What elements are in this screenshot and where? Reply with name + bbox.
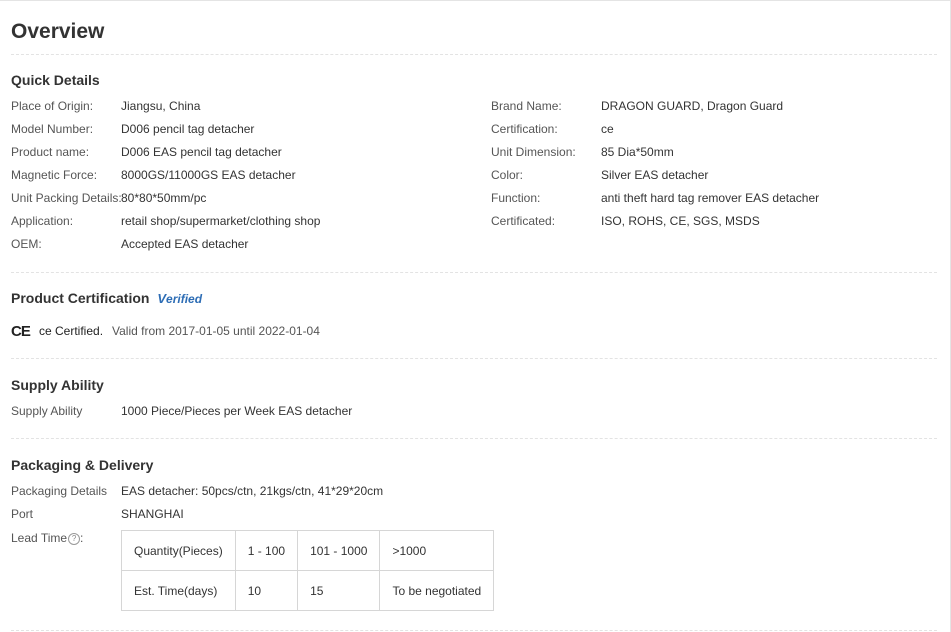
table-cell: To be negotiated [379,570,495,611]
table-cell: >1000 [379,530,495,571]
table-row: Est. Time(days) 10 15 To be negotiated [121,570,495,611]
lead-time-label: Lead Time?: [11,531,84,545]
divider [11,358,937,359]
detail-value: ISO, ROHS, CE, SGS, MSDS [601,214,760,228]
detail-label: Function: [491,191,541,205]
detail-value: 80*80*50mm/pc [121,191,207,205]
packaging-details-label: Packaging Details [11,484,108,498]
detail-value: D006 pencil tag detacher [121,122,255,136]
detail-label: Model Number: [11,122,94,136]
port-label: Port [11,507,34,521]
help-icon[interactable]: ? [68,532,81,545]
verified-check-letter: V [157,291,167,306]
detail-value: Silver EAS detacher [601,168,709,182]
packaging-delivery-heading: Packaging & Delivery [11,457,154,473]
table-row: Quantity(Pieces) 1 - 100 101 - 1000 >100… [121,530,495,571]
detail-value: anti theft hard tag remover EAS detacher [601,191,820,205]
product-certification-title: Product Certification [11,290,150,306]
table-cell: Est. Time(days) [121,570,236,611]
supply-ability-value: 1000 Piece/Pieces per Week EAS detacher [121,404,353,418]
detail-value: 85 Dia*50mm [601,145,674,159]
detail-label: Brand Name: [491,99,562,113]
table-cell: 15 [297,570,381,611]
page-title: Overview [11,20,105,43]
detail-label: Certificated: [491,214,556,228]
quick-details-heading: Quick Details [11,72,100,88]
top-border [0,0,951,1]
cert-validity: Valid from 2017-01-05 until 2022-01-04 [112,324,320,338]
divider [11,272,937,273]
verified-badge[interactable]: Verified [157,291,203,306]
detail-value: D006 EAS pencil tag detacher [121,145,282,159]
detail-label: Certification: [491,122,558,136]
detail-value: Accepted EAS detacher [121,237,249,251]
detail-label: Product name: [11,145,90,159]
detail-label: Color: [491,168,524,182]
detail-label: Application: [11,214,74,228]
divider [11,630,937,631]
detail-value: 8000GS/11000GS EAS detacher [121,168,296,182]
product-certification-heading: Product Certification Verified [11,290,202,306]
detail-label: Magnetic Force: [11,168,98,182]
cert-name[interactable]: ce Certified. [39,324,103,338]
detail-value: ce [601,122,614,136]
table-cell: 101 - 1000 [297,530,381,571]
detail-label: Unit Packing Details: [11,191,122,205]
detail-value: Jiangsu, China [121,99,201,113]
lead-time-table: Quantity(Pieces) 1 - 100 101 - 1000 >100… [121,530,495,611]
verified-text: erified [166,292,203,306]
packaging-details-value: EAS detacher: 50pcs/ctn, 21kgs/ctn, 41*2… [121,484,384,498]
supply-ability-heading: Supply Ability [11,377,104,393]
lead-time-text: Lead Time [11,531,68,545]
table-cell: 10 [234,570,299,611]
divider [11,438,937,439]
port-value: SHANGHAI [121,507,184,521]
detail-label: OEM: [11,237,42,251]
table-cell: Quantity(Pieces) [121,530,236,571]
detail-label: Unit Dimension: [491,145,576,159]
divider [11,54,937,55]
supply-ability-label: Supply Ability [11,404,83,418]
detail-value: DRAGON GUARD, Dragon Guard [601,99,784,113]
table-cell: 1 - 100 [234,530,299,571]
detail-value: retail shop/supermarket/clothing shop [121,214,321,228]
ce-mark-icon: CE [11,323,31,340]
detail-label: Place of Origin: [11,99,94,113]
